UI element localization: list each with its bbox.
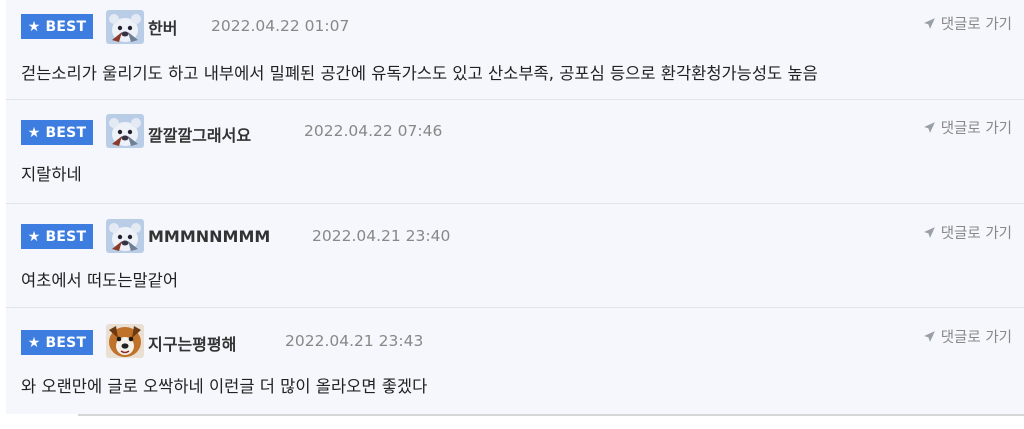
divider xyxy=(78,414,1024,416)
go-to-reply-link[interactable]: 댓글로 가기 xyxy=(923,13,1012,34)
go-to-reply-link[interactable]: 댓글로 가기 xyxy=(923,326,1012,347)
best-badge: ★ BEST xyxy=(21,14,93,39)
nickname[interactable]: 깔깔깔그래서요 xyxy=(148,122,251,146)
send-arrow-icon xyxy=(923,18,935,29)
avatar[interactable] xyxy=(106,219,144,253)
bear-avatar-icon xyxy=(106,10,144,44)
star-icon: ★ xyxy=(27,18,41,35)
star-icon: ★ xyxy=(27,124,41,141)
best-badge-label: BEST xyxy=(45,228,87,245)
bear-avatar-icon xyxy=(106,219,144,253)
comment-list: ★ BEST 한버 2022.04.22 01:07 댓글로 가기 걷는소리가 … xyxy=(6,0,1024,414)
nickname[interactable]: 한버 xyxy=(148,15,177,39)
nickname[interactable]: MMMNNMMM xyxy=(148,227,270,246)
dog-avatar-icon xyxy=(106,324,144,358)
best-badge-label: BEST xyxy=(45,18,87,35)
best-badge-label: BEST xyxy=(45,334,87,351)
send-arrow-icon xyxy=(923,331,935,342)
comment-date: 2022.04.21 23:40 xyxy=(312,227,451,245)
best-badge: ★ BEST xyxy=(21,120,93,145)
star-icon: ★ xyxy=(27,334,41,351)
nickname[interactable]: 지구는평평해 xyxy=(148,331,236,355)
comment-date: 2022.04.22 07:46 xyxy=(304,122,443,140)
comment-item: ★ BEST 한버 2022.04.22 01:07 댓글로 가기 걷는소리가 … xyxy=(6,0,1024,100)
comment-item: ★ BEST 지구는평평해 2022.04.21 23:43 댓글로 가기 와 … xyxy=(6,308,1024,414)
comment-item: ★ BEST MMMNNMMM 2022.04.21 23:40 댓글로 가기 xyxy=(6,204,1024,308)
comment-body: 와 오랜만에 글로 오싹하네 이런글 더 많이 올라오면 좋겠다 xyxy=(21,377,428,396)
comment-item: ★ BEST 깔깔깔그래서요 2022.04.22 07:46 댓글로 가기 지… xyxy=(6,100,1024,204)
best-badge: ★ BEST xyxy=(21,330,93,355)
go-to-reply-link[interactable]: 댓글로 가기 xyxy=(923,117,1012,138)
comment-date: 2022.04.22 01:07 xyxy=(211,17,350,35)
go-to-reply-link[interactable]: 댓글로 가기 xyxy=(923,222,1012,243)
comment-body: 걷는소리가 울리기도 하고 내부에서 밀폐된 공간에 유독가스도 있고 산소부족… xyxy=(21,64,818,83)
avatar[interactable] xyxy=(106,114,144,148)
bear-avatar-icon xyxy=(106,114,144,148)
reply-label: 댓글로 가기 xyxy=(940,330,1012,346)
reply-label: 댓글로 가기 xyxy=(940,226,1012,242)
send-arrow-icon xyxy=(923,122,935,133)
best-badge: ★ BEST xyxy=(21,224,93,249)
reply-label: 댓글로 가기 xyxy=(940,17,1012,33)
send-arrow-icon xyxy=(923,227,935,238)
comment-body: 지랄하네 xyxy=(21,165,82,184)
avatar[interactable] xyxy=(106,324,144,358)
star-icon: ★ xyxy=(27,228,41,245)
best-badge-label: BEST xyxy=(45,124,87,141)
avatar[interactable] xyxy=(106,10,144,44)
comment-body: 여초에서 떠도는말같어 xyxy=(21,271,179,290)
comment-date: 2022.04.21 23:43 xyxy=(285,332,424,350)
reply-label: 댓글로 가기 xyxy=(940,121,1012,137)
